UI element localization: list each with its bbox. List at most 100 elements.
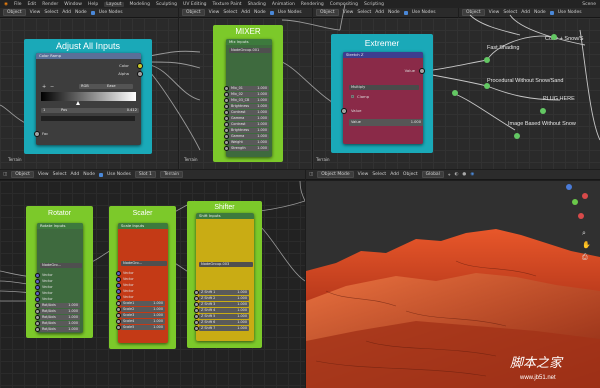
shading-rendered-icon[interactable]: ◉ bbox=[470, 172, 474, 177]
color-mode-dropdown[interactable]: RGB bbox=[79, 84, 107, 89]
input-socket[interactable] bbox=[194, 296, 199, 301]
vector-input-socket[interactable] bbox=[35, 273, 40, 278]
gizmo-neg-x-icon[interactable] bbox=[578, 213, 584, 219]
value-field[interactable]: Scale5 1.000 bbox=[121, 325, 165, 330]
clamp-checkbox[interactable] bbox=[351, 95, 354, 98]
input-socket[interactable] bbox=[224, 128, 229, 133]
value-field[interactable]: Contrast 1.000 bbox=[229, 110, 269, 115]
menu-node[interactable]: Node bbox=[83, 172, 95, 177]
remove-stop-icon[interactable]: − bbox=[50, 84, 54, 90]
menu-add[interactable]: Add bbox=[390, 172, 399, 177]
input-socket[interactable] bbox=[35, 303, 40, 308]
frame-mixer[interactable]: MIXER Mix Inputs NodeGroup.001 Mix_01 1.0… bbox=[213, 25, 283, 162]
value-field[interactable]: Z Shift 4 1.000 bbox=[199, 308, 249, 313]
menu-view[interactable]: View bbox=[358, 172, 369, 177]
node-group-selector[interactable]: NodeGro... bbox=[121, 261, 167, 266]
reroute-socket-icon[interactable] bbox=[540, 108, 546, 114]
value-field[interactable]: Z Shift 6 1.000 bbox=[199, 320, 249, 325]
menu-view[interactable]: View bbox=[38, 172, 49, 177]
editor-type-icon[interactable]: ◫ bbox=[309, 172, 313, 177]
pos-value-field[interactable]: 0.412 bbox=[97, 108, 139, 113]
value-field[interactable]: Mix_03_CB 1.000 bbox=[229, 98, 269, 103]
value-field[interactable]: Mix_02 1.000 bbox=[229, 92, 269, 97]
menu-select[interactable]: Select bbox=[53, 172, 67, 177]
input-socket[interactable] bbox=[116, 301, 121, 306]
input-socket[interactable] bbox=[194, 326, 199, 331]
value-field[interactable]: Z Shift 2 1.000 bbox=[199, 296, 249, 301]
zoom-icon[interactable]: ⌕ bbox=[582, 229, 586, 238]
reroute-socket-icon[interactable] bbox=[484, 57, 490, 63]
output-color-socket[interactable] bbox=[137, 63, 143, 69]
value-field[interactable]: Z Shift 1 1.000 bbox=[199, 290, 249, 295]
value-field[interactable]: Rot/Axis 1.000 bbox=[40, 309, 80, 314]
input-socket[interactable] bbox=[224, 104, 229, 109]
value-field[interactable]: Rot/Axis 1.000 bbox=[40, 321, 80, 326]
value-field[interactable]: Rot/Axis 1.000 bbox=[40, 303, 80, 308]
frame-shifter[interactable]: Shifter Shift Inputs NodeGroup.003 Z Shi… bbox=[187, 201, 262, 348]
pan-hand-icon[interactable]: ✋ bbox=[582, 241, 591, 249]
slot-dropdown[interactable]: Slot 1 bbox=[134, 171, 156, 178]
input-socket[interactable] bbox=[224, 110, 229, 115]
blend-mode-dropdown[interactable]: Multiply bbox=[349, 85, 419, 90]
stop-index-field[interactable]: 1 bbox=[41, 108, 61, 113]
reroute-socket-icon[interactable] bbox=[484, 83, 490, 89]
value-field[interactable]: Contrast 1.000 bbox=[229, 122, 269, 127]
input-socket[interactable] bbox=[224, 116, 229, 121]
input-socket[interactable] bbox=[224, 122, 229, 127]
vector-input-socket[interactable] bbox=[116, 277, 121, 282]
value-field[interactable]: Mix_01 1.000 bbox=[229, 86, 269, 91]
vector-input-socket[interactable] bbox=[35, 291, 40, 296]
vector-input-socket[interactable] bbox=[116, 289, 121, 294]
vector-input-socket[interactable] bbox=[35, 279, 40, 284]
input-socket[interactable] bbox=[224, 146, 229, 151]
frame-extremer[interactable]: Extremer Stretch Z Value Multiply Clamp … bbox=[331, 34, 433, 153]
gizmo-y-axis-icon[interactable] bbox=[572, 199, 578, 205]
value-field[interactable]: Value 1.000 bbox=[349, 119, 423, 126]
overlay-icon[interactable]: ◐ bbox=[454, 172, 458, 177]
menu-select[interactable]: Select bbox=[372, 172, 386, 177]
output-alpha-socket[interactable] bbox=[137, 71, 143, 77]
reroute-socket-icon[interactable] bbox=[514, 133, 520, 139]
color-ramp-node[interactable]: Color Ramp Color Alpha + − RGB Ease 1 Po… bbox=[34, 53, 143, 145]
value-field[interactable]: Weight 1.000 bbox=[229, 140, 269, 145]
value-field[interactable]: Scale1 1.000 bbox=[121, 301, 165, 306]
value-field[interactable]: Brightness 1.000 bbox=[229, 104, 269, 109]
input-socket[interactable] bbox=[194, 290, 199, 295]
transform-orientation-dropdown[interactable]: Global bbox=[421, 171, 444, 178]
value-field[interactable]: Z Shift 3 1.000 bbox=[199, 302, 249, 307]
scale-inputs-node[interactable]: Scale Inputs NodeGro... Vector Vector Vect… bbox=[116, 223, 168, 343]
value-field[interactable]: Rot/Axis 1.000 bbox=[40, 315, 80, 320]
input-socket[interactable] bbox=[35, 327, 40, 332]
value-field[interactable]: Strength 1.000 bbox=[229, 146, 269, 151]
menu-add[interactable]: Add bbox=[71, 172, 80, 177]
use-nodes-checkbox[interactable] bbox=[98, 172, 103, 177]
value-field[interactable]: Rot/Axis 1.000 bbox=[40, 327, 80, 332]
input-socket[interactable] bbox=[116, 313, 121, 318]
input-socket[interactable] bbox=[35, 309, 40, 314]
reroute-socket-icon[interactable] bbox=[551, 34, 557, 40]
color-ramp-gradient[interactable] bbox=[41, 92, 136, 101]
vector-input-socket[interactable] bbox=[116, 295, 121, 300]
input-socket[interactable] bbox=[116, 307, 121, 312]
input-socket[interactable] bbox=[224, 98, 229, 103]
input-socket[interactable] bbox=[194, 308, 199, 313]
value-field[interactable]: Scale3 1.000 bbox=[121, 313, 165, 318]
vector-input-socket[interactable] bbox=[35, 297, 40, 302]
editor-type-icon[interactable]: ◫ bbox=[3, 172, 7, 177]
input-socket[interactable] bbox=[224, 92, 229, 97]
input-socket[interactable] bbox=[224, 140, 229, 145]
node-group-selector[interactable]: NodeGroup.001 bbox=[229, 48, 271, 53]
camera-view-icon[interactable]: ⎙ bbox=[582, 253, 588, 262]
input-socket[interactable] bbox=[35, 321, 40, 326]
value-field[interactable]: Z Shift 5 1.000 bbox=[199, 314, 249, 319]
rotate-inputs-node[interactable]: Rotate Inputs NodeGro... Vector Vector Vec… bbox=[35, 223, 83, 333]
input-socket[interactable] bbox=[35, 315, 40, 320]
input-socket[interactable] bbox=[224, 134, 229, 139]
vector-input-socket[interactable] bbox=[116, 283, 121, 288]
ramp-stop-handle[interactable] bbox=[76, 101, 80, 105]
frame-adjust-all-inputs[interactable]: Adjust All Inputs Color Ramp Color Alpha… bbox=[24, 39, 152, 154]
value-field[interactable]: Brightness 1.000 bbox=[229, 128, 269, 133]
vector-input-socket[interactable] bbox=[116, 271, 121, 276]
gizmo-x-axis-icon[interactable] bbox=[582, 193, 588, 199]
input-socket[interactable] bbox=[194, 314, 199, 319]
